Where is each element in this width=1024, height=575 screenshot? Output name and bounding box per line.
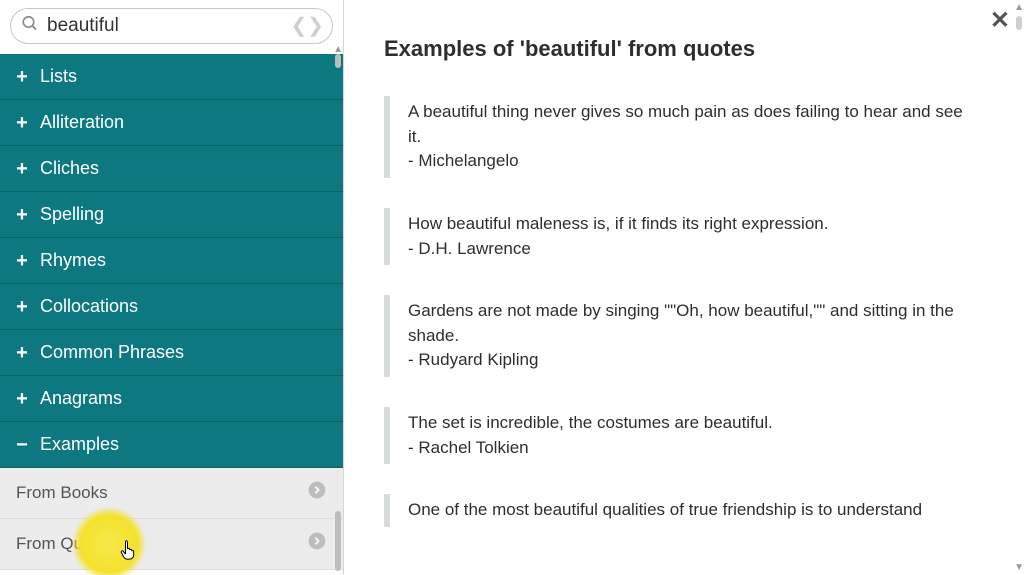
sidebar-item-anagrams[interactable]: + Anagrams [0, 376, 343, 422]
sidebar-item-spelling[interactable]: + Spelling [0, 192, 343, 238]
sub-item-label: From Books [16, 483, 108, 503]
quote-block: How beautiful maleness is, if it finds i… [384, 208, 964, 265]
app-root: ❮ ❯ + Lists + Alliteration + Cliches + S… [0, 0, 1024, 575]
close-button[interactable]: ✕ [990, 6, 1010, 35]
plus-icon: + [14, 389, 30, 409]
nav-back-icon[interactable]: ❮ [290, 16, 307, 36]
plus-icon: + [14, 113, 30, 133]
sidebar-item-common-phrases[interactable]: + Common Phrases [0, 330, 343, 376]
sidebar-item-label: Alliteration [40, 112, 124, 133]
sidebar-item-lists[interactable]: + Lists [0, 54, 343, 100]
minus-icon: − [14, 435, 30, 455]
quote-block: The set is incredible, the costumes are … [384, 407, 964, 464]
history-nav[interactable]: ❮ ❯ [290, 16, 324, 36]
plus-icon: + [14, 251, 30, 271]
quote-text: How beautiful maleness is, if it finds i… [408, 212, 964, 237]
plus-icon: + [14, 159, 30, 179]
sidebar-item-label: Rhymes [40, 250, 106, 271]
sidebar[interactable]: + Lists + Alliteration + Cliches + Spell… [0, 54, 343, 575]
search-box[interactable]: ❮ ❯ [10, 8, 333, 44]
nav-fwd-icon[interactable]: ❯ [307, 16, 324, 36]
scrollbar-thumb[interactable] [335, 511, 341, 571]
sub-item-from-books[interactable]: From Books [0, 468, 343, 519]
chevron-right-circle-icon [307, 480, 327, 506]
sidebar-item-rhymes[interactable]: + Rhymes [0, 238, 343, 284]
plus-icon: + [14, 205, 30, 225]
sidebar-item-label: Lists [40, 66, 77, 87]
sidebar-item-label: Spelling [40, 204, 104, 225]
quote-author: - Rudyard Kipling [408, 348, 964, 373]
sidebar-item-label: Common Phrases [40, 342, 184, 363]
quote-text: One of the most beautiful qualities of t… [408, 498, 964, 523]
sidebar-item-collocations[interactable]: + Collocations [0, 284, 343, 330]
plus-icon: + [14, 67, 30, 87]
scrollbar-thumb[interactable] [1016, 16, 1022, 30]
quote-text: Gardens are not made by singing ""Oh, ho… [408, 299, 964, 348]
sidebar-item-label: Cliches [40, 158, 99, 179]
sidebar-item-cliches[interactable]: + Cliches [0, 146, 343, 192]
plus-icon: + [14, 343, 30, 363]
search-icon [21, 15, 39, 38]
sidebar-item-label: Collocations [40, 296, 138, 317]
content-area[interactable]: Examples of 'beautiful' from quotes A be… [344, 0, 1016, 575]
plus-icon: + [14, 297, 30, 317]
right-panel: ✕ ▲ ▼ Examples of 'beautiful' from quote… [344, 0, 1024, 575]
content-heading: Examples of 'beautiful' from quotes [384, 36, 976, 62]
search-input[interactable] [47, 15, 288, 37]
quote-text: A beautiful thing never gives so much pa… [408, 100, 964, 149]
quote-text: The set is incredible, the costumes are … [408, 411, 964, 436]
quote-block: One of the most beautiful qualities of t… [384, 494, 964, 527]
quote-author: - D.H. Lawrence [408, 237, 964, 262]
sidebar-item-label: Examples [40, 434, 119, 455]
sub-item-label: From Quotes [16, 534, 115, 554]
sidebar-item-alliteration[interactable]: + Alliteration [0, 100, 343, 146]
scroll-down-arrow-icon[interactable]: ▼ [1014, 562, 1024, 573]
quote-block: A beautiful thing never gives so much pa… [384, 96, 964, 178]
sidebar-item-examples[interactable]: − Examples [0, 422, 343, 468]
scrollbar-thumb[interactable] [335, 54, 341, 68]
sub-item-from-quotes[interactable]: From Quotes [0, 519, 343, 570]
scroll-up-arrow-icon[interactable]: ▲ [1014, 2, 1024, 13]
quote-author: - Rachel Tolkien [408, 436, 964, 461]
search-wrap: ❮ ❯ [0, 0, 343, 54]
sidebar-item-label: Anagrams [40, 388, 122, 409]
quote-block: Gardens are not made by singing ""Oh, ho… [384, 295, 964, 377]
left-panel: ❮ ❯ + Lists + Alliteration + Cliches + S… [0, 0, 344, 575]
chevron-right-circle-icon [307, 531, 327, 557]
quote-author: - Michelangelo [408, 149, 964, 174]
